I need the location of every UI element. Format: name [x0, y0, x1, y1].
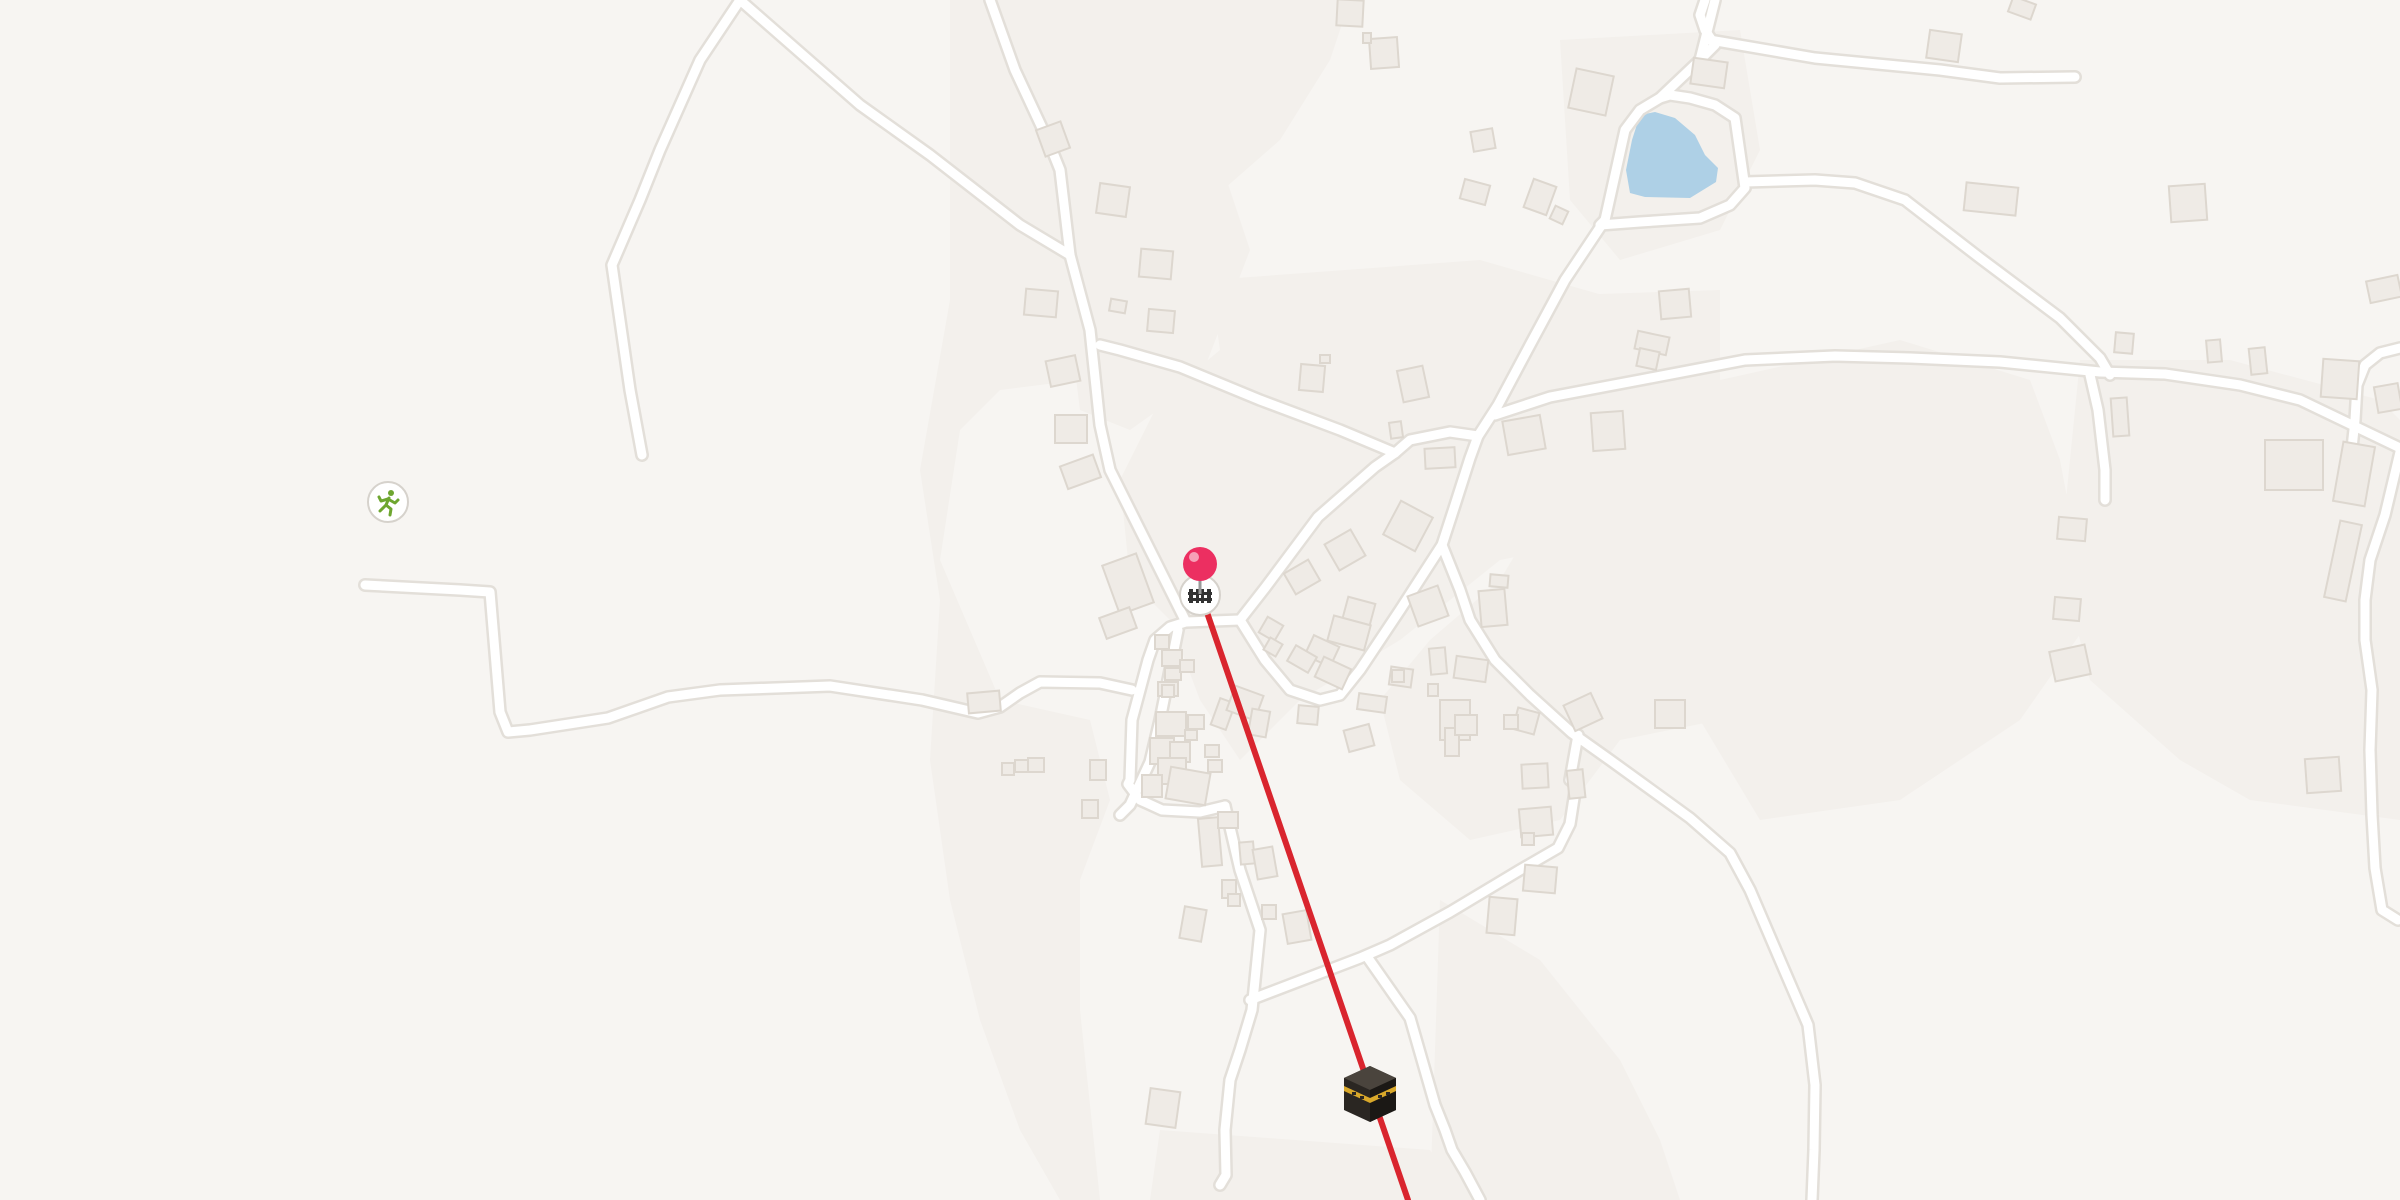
map-canvas[interactable] [0, 0, 2400, 1200]
kaaba-marker[interactable] [1344, 1066, 1396, 1122]
sports-poi-marker[interactable] [367, 481, 409, 523]
map-pin-icon [1183, 547, 1217, 581]
